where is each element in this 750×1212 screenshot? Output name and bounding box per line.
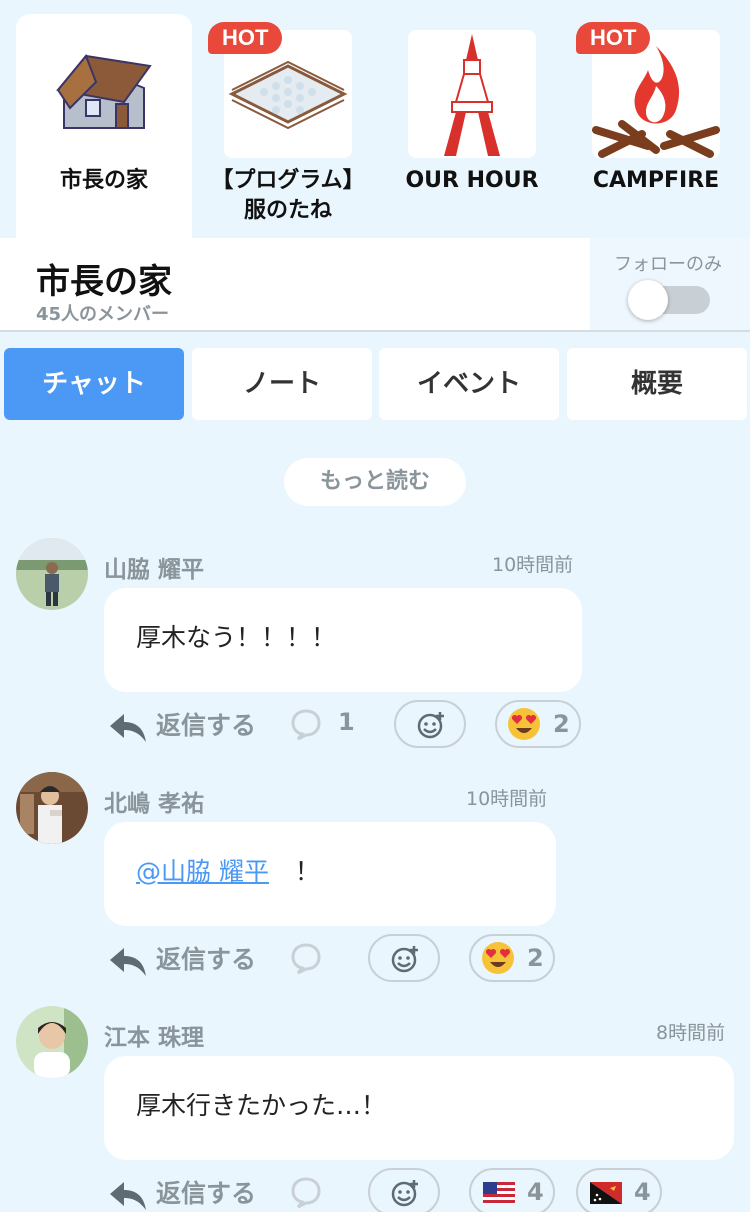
message-bubble: @山脇 耀平 ！ [104, 822, 556, 926]
tab-overview[interactable]: 概要 [567, 348, 747, 420]
author-name[interactable]: 北嶋 孝祐 [104, 784, 204, 818]
comment-icon[interactable] [290, 942, 322, 974]
message-text: 厚木行きたかった…！ [136, 1091, 387, 1120]
community-title: OUR HOUR [405, 168, 539, 193]
hot-badge: HOT [576, 22, 651, 54]
reaction-chip[interactable]: 2 [495, 700, 581, 748]
heart-eyes-emoji-icon [482, 942, 514, 974]
reply-icon[interactable] [108, 708, 148, 746]
message-text: @山脇 耀平 ！ [136, 852, 320, 888]
group-name: 市長の家 [36, 262, 172, 302]
comment-icon[interactable] [290, 1176, 322, 1208]
message-body: ！ [294, 857, 320, 886]
reply-button[interactable]: 返信する [156, 706, 256, 742]
community-card-our-hour[interactable]: OUR HOUR [384, 14, 560, 238]
reply-button[interactable]: 返信する [156, 1174, 256, 1210]
add-reaction-button[interactable] [394, 700, 466, 748]
community-card-campfire[interactable]: HOT CAMPFIRE [568, 14, 744, 238]
community-title: 市長の家 [59, 168, 148, 193]
comment-icon[interactable] [290, 708, 322, 740]
message-text: 厚木なう！！！！ [136, 623, 337, 652]
community-card-mayor-house[interactable]: 市長の家 [16, 14, 192, 238]
follow-only-control: フォローのみ [590, 238, 750, 330]
toggle-knob [628, 280, 668, 320]
member-count[interactable]: 45人のメンバー [36, 300, 169, 326]
avatar[interactable] [16, 1006, 88, 1078]
group-header: 市長の家 45人のメンバー フォローのみ [0, 238, 750, 332]
comment-count: 1 [338, 708, 355, 736]
reaction-count: 2 [553, 710, 570, 738]
follow-only-toggle[interactable] [628, 280, 710, 320]
papua-new-guinea-flag-emoji-icon [590, 1182, 622, 1204]
message-actions: 返信する 4 4 [104, 1168, 744, 1212]
avatar[interactable] [16, 772, 88, 844]
heart-eyes-emoji-icon [508, 708, 540, 740]
reaction-chip[interactable]: 2 [469, 934, 555, 982]
us-flag-emoji-icon [483, 1182, 515, 1204]
add-emoji-icon [417, 712, 444, 739]
reaction-count: 4 [634, 1178, 651, 1206]
add-reaction-button[interactable] [368, 1168, 440, 1212]
tab-note[interactable]: ノート [192, 348, 372, 420]
author-name[interactable]: 山脇 耀平 [104, 550, 204, 584]
add-emoji-icon [391, 1180, 418, 1207]
author-name[interactable]: 江本 珠理 [104, 1018, 204, 1052]
community-title: CAMPFIRE [592, 168, 720, 193]
house-icon [40, 30, 168, 158]
message-actions: 返信する 1 2 [104, 700, 744, 748]
reaction-count: 2 [527, 944, 544, 972]
tab-event[interactable]: イベント [379, 348, 559, 420]
message-actions: 返信する 2 [104, 934, 744, 982]
reaction-chip[interactable]: 4 [469, 1168, 555, 1212]
message-bubble: 厚木行きたかった…！ [104, 1056, 734, 1160]
community-title: 【プログラム】 服のたね [211, 168, 365, 223]
reply-icon[interactable] [108, 1176, 148, 1212]
tower-icon [408, 30, 536, 158]
reaction-chip[interactable]: 4 [576, 1168, 662, 1212]
tab-bar: チャット ノート イベント 概要 [4, 348, 747, 420]
follow-only-label: フォローのみ [614, 254, 722, 275]
reply-button[interactable]: 返信する [156, 940, 256, 976]
load-more-button[interactable]: もっと読む [284, 458, 466, 506]
reply-icon[interactable] [108, 942, 148, 980]
reaction-count: 4 [527, 1178, 544, 1206]
tab-chat[interactable]: チャット [4, 348, 184, 420]
timestamp: 10時間前 [492, 554, 574, 576]
add-reaction-button[interactable] [368, 934, 440, 982]
hot-badge: HOT [208, 22, 283, 54]
timestamp: 10時間前 [466, 788, 548, 810]
timestamp: 8時間前 [656, 1022, 726, 1044]
community-strip: 市長の家 HOT 【プログラム】 服のたね OUR HOUR HOT CAMPF… [0, 0, 750, 238]
avatar[interactable] [16, 538, 88, 610]
community-card-fukunotane[interactable]: HOT 【プログラム】 服のたね [200, 14, 376, 238]
message-bubble: 厚木なう！！！！ [104, 588, 582, 692]
user-mention-link[interactable]: @山脇 耀平 [136, 857, 269, 886]
add-emoji-icon [391, 946, 418, 973]
